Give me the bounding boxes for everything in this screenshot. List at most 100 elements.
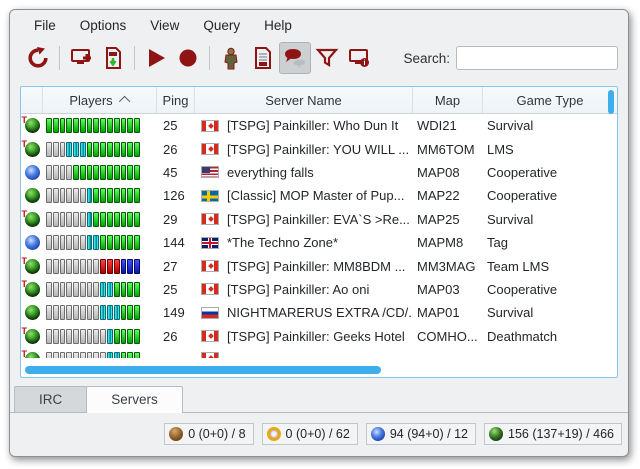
server-rows: 25 [TSPG] Painkiller: Who Dun It WDI21 S… — [21, 114, 617, 358]
menu-file[interactable]: File — [26, 16, 64, 35]
player-bar-segment — [127, 235, 133, 250]
column-header-server-name[interactable]: Server Name — [195, 87, 413, 113]
server-name-cell — [195, 352, 413, 358]
player-bar-segment — [107, 188, 113, 203]
ping-cell: 45 — [157, 165, 195, 180]
table-row[interactable]: 45 everything falls MAP08 Cooperative — [21, 161, 617, 184]
column-header-players[interactable]: Players — [43, 87, 157, 113]
flag-icon — [201, 190, 219, 202]
refresh-button[interactable] — [22, 42, 54, 74]
menu-help[interactable]: Help — [256, 16, 300, 35]
table-row[interactable]: 26 [TSPG] Painkiller: Geeks Hotel COMHO.… — [21, 325, 617, 348]
player-bar — [46, 188, 140, 203]
player-bar-segment — [127, 329, 133, 344]
server-name: [TSPG] Painkiller: Geeks Hotel — [227, 329, 405, 344]
server-name-cell: [TSPG] Painkiller: EVA`S >Re... — [195, 212, 413, 227]
search-input[interactable] — [456, 46, 618, 70]
add-server-button[interactable] — [65, 42, 97, 74]
player-bar-segment — [114, 118, 120, 133]
player-bar-segment — [121, 305, 127, 320]
table-row[interactable]: 27 [TSPG] Painkiller: MM8BDM ... MM3MAG … — [21, 254, 617, 277]
table-row[interactable]: 149 NIGHTMARERUS EXTRA /CD/... MAP01 Sur… — [21, 301, 617, 324]
player-bar-segment — [100, 142, 106, 157]
players-cell — [43, 282, 157, 297]
engine-cell — [21, 305, 43, 320]
player-bar-segment — [121, 142, 127, 157]
server-name: NIGHTMARERUS EXTRA /CD/... — [227, 305, 413, 320]
menu-view[interactable]: View — [142, 16, 187, 35]
player-bar-segment — [93, 259, 99, 274]
ping-cell: 26 — [157, 142, 195, 157]
player-bar-segment — [134, 329, 140, 344]
menu-options[interactable]: Options — [72, 16, 135, 35]
log-button[interactable] — [247, 42, 279, 74]
server-name: [TSPG] Painkiller: MM8BDM ... — [227, 259, 405, 274]
player-bar-segment — [80, 188, 86, 203]
player-bar-segment — [53, 282, 59, 297]
tab-irc[interactable]: IRC — [14, 386, 87, 412]
table-row[interactable]: 25 [TSPG] Painkiller: Ao oni MAP03 Coope… — [21, 278, 617, 301]
game-type-cell: Survival — [483, 212, 617, 227]
player-bar-segment — [80, 305, 86, 320]
player-bar-segment — [100, 259, 106, 274]
players-cell — [43, 352, 157, 358]
demo-manager-button[interactable] — [215, 42, 247, 74]
player-bar-segment — [107, 282, 113, 297]
engine-icon — [25, 118, 40, 133]
flag-icon — [201, 143, 219, 155]
search-label: Search: — [403, 51, 450, 66]
column-header-ping[interactable]: Ping — [157, 87, 195, 113]
doomguy-icon — [219, 46, 243, 70]
tab-servers[interactable]: Servers — [86, 386, 183, 412]
table-row[interactable]: 144 *The Techno Zone* MAPM8 Tag — [21, 231, 617, 254]
player-bar-segment — [46, 305, 52, 320]
player-bar-segment — [53, 142, 59, 157]
server-name-cell: [TSPG] Painkiller: YOU WILL ... — [195, 142, 413, 157]
engine-cell — [21, 259, 43, 274]
svg-text:i: i — [364, 60, 366, 67]
horizontal-scrollbar-thumb[interactable] — [25, 366, 381, 374]
player-bar-segment — [100, 118, 106, 133]
column-header-icon[interactable] — [21, 87, 43, 113]
table-row[interactable]: 26 [TSPG] Painkiller: YOU WILL ... MM6TO… — [21, 137, 617, 160]
map-cell: MAP22 — [413, 188, 483, 203]
players-cell — [43, 165, 157, 180]
page: File Options View Query Help — [0, 0, 640, 469]
flag-icon — [201, 330, 219, 342]
get-wads-button[interactable] — [97, 42, 129, 74]
player-bar-segment — [93, 305, 99, 320]
map-cell: MAP03 — [413, 282, 483, 297]
player-bar — [46, 352, 140, 358]
table-row[interactable] — [21, 348, 617, 358]
table-row[interactable]: 29 [TSPG] Painkiller: EVA`S >Re... MAP25… — [21, 208, 617, 231]
column-header-map[interactable]: Map — [413, 87, 483, 113]
column-header-game-type[interactable]: Game Type — [483, 87, 617, 113]
add-server-icon — [69, 46, 93, 70]
table-row[interactable]: 126 [Classic] MOP Master of Pup... MAP22… — [21, 184, 617, 207]
status-zandronum: 156 (137+19) / 466 — [484, 423, 622, 445]
filter-button[interactable] — [311, 42, 343, 74]
players-cell — [43, 118, 157, 133]
player-bar-segment — [134, 259, 140, 274]
vertical-scrollbar-thumb[interactable] — [608, 90, 614, 114]
record-demo-button[interactable] — [172, 42, 204, 74]
player-bar-segment — [93, 235, 99, 250]
player-bar-segment — [100, 352, 106, 358]
player-bar-segment — [66, 259, 72, 274]
game-type-cell: Survival — [483, 118, 617, 133]
player-bar-segment — [80, 282, 86, 297]
server-details-button[interactable]: i — [343, 42, 375, 74]
engine-cell — [21, 118, 43, 133]
player-bar-segment — [127, 352, 133, 358]
irc-button[interactable] — [279, 42, 311, 74]
server-name: [TSPG] Painkiller: EVA`S >Re... — [227, 212, 410, 227]
player-bar-segment — [60, 305, 66, 320]
player-bar-segment — [127, 259, 133, 274]
player-bar-segment — [66, 235, 72, 250]
join-button[interactable] — [140, 42, 172, 74]
player-bar-segment — [114, 212, 120, 227]
player-bar-segment — [121, 212, 127, 227]
menu-query[interactable]: Query — [195, 16, 248, 35]
player-bar-segment — [107, 259, 113, 274]
table-row[interactable]: 25 [TSPG] Painkiller: Who Dun It WDI21 S… — [21, 114, 617, 137]
